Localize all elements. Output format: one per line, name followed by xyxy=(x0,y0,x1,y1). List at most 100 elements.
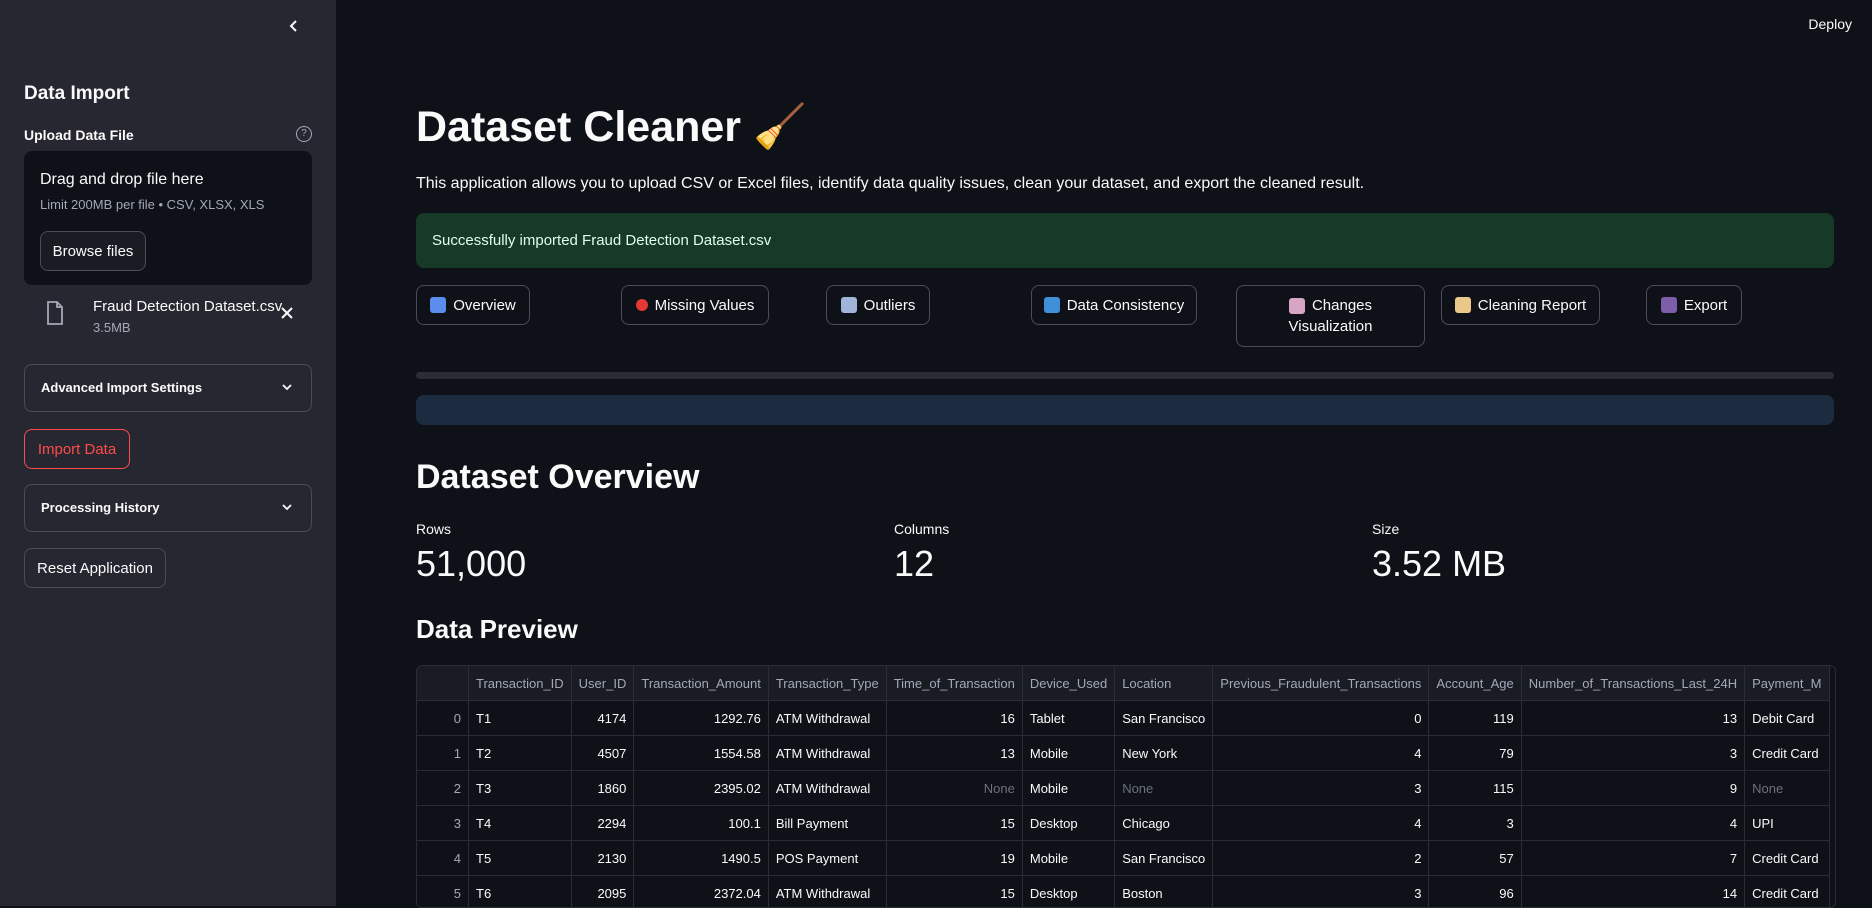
table-cell[interactable]: 4 xyxy=(1521,806,1744,841)
table-cell[interactable]: Credit Card xyxy=(1745,841,1829,876)
table-cell[interactable]: 1292.76 xyxy=(634,701,768,736)
table-cell[interactable]: Desktop xyxy=(1022,876,1114,908)
table-cell[interactable]: 2294 xyxy=(571,806,634,841)
table-cell[interactable]: T6 xyxy=(469,876,572,908)
table-cell[interactable]: UPI xyxy=(1745,806,1829,841)
column-header[interactable]: Location xyxy=(1115,666,1213,701)
table-cell[interactable]: 4507 xyxy=(571,736,634,771)
column-header[interactable]: Transaction_ID xyxy=(469,666,572,701)
table-cell[interactable]: 1860 xyxy=(571,771,634,806)
table-cell[interactable]: 13 xyxy=(1521,701,1744,736)
table-cell[interactable]: 7 xyxy=(1521,841,1744,876)
table-cell[interactable]: 4 xyxy=(1213,736,1429,771)
browse-files-button[interactable]: Browse files xyxy=(40,231,146,271)
table-cell[interactable]: 57 xyxy=(1429,841,1521,876)
table-cell[interactable]: 2130 xyxy=(571,841,634,876)
import-data-button[interactable]: Import Data xyxy=(24,429,130,469)
table-cell[interactable]: San Francisco xyxy=(1115,841,1213,876)
page-title: Dataset Cleaner 🧹 xyxy=(416,102,807,152)
table-cell[interactable]: ATM Withdrawal xyxy=(768,701,886,736)
table-cell[interactable]: New York xyxy=(1115,736,1213,771)
column-header[interactable]: Previous_Fraudulent_Transactions xyxy=(1213,666,1429,701)
table-cell[interactable]: 0 xyxy=(1213,701,1429,736)
column-header[interactable]: Transaction_Type xyxy=(768,666,886,701)
reset-application-button[interactable]: Reset Application xyxy=(24,548,166,588)
column-header[interactable] xyxy=(417,666,469,701)
table-cell[interactable]: Credit Card xyxy=(1745,736,1829,771)
table-cell[interactable]: Mobile xyxy=(1022,771,1114,806)
file-dropzone[interactable]: Drag and drop file here Limit 200MB per … xyxy=(24,151,312,285)
table-cell[interactable]: 16 xyxy=(886,701,1022,736)
table-cell[interactable]: ATM Withdrawal xyxy=(768,736,886,771)
table-cell[interactable]: 19 xyxy=(886,841,1022,876)
tab-data-consistency[interactable]: Data Consistency xyxy=(1031,285,1197,325)
help-icon[interactable]: ? xyxy=(296,126,312,142)
table-cell[interactable]: Bill Payment xyxy=(768,806,886,841)
table-cell[interactable]: None xyxy=(1745,771,1829,806)
table-cell[interactable]: 14 xyxy=(1521,876,1744,908)
table-cell[interactable]: 13 xyxy=(886,736,1022,771)
table-cell[interactable]: 9 xyxy=(1521,771,1744,806)
collapse-sidebar-button[interactable] xyxy=(282,14,306,38)
table-cell[interactable]: 2372.04 xyxy=(634,876,768,908)
table-cell[interactable]: T4 xyxy=(469,806,572,841)
table-cell[interactable]: Chicago xyxy=(1115,806,1213,841)
table-cell[interactable]: San Francisco xyxy=(1115,701,1213,736)
table-cell[interactable]: Mobile xyxy=(1022,736,1114,771)
table-cell[interactable]: 115 xyxy=(1429,771,1521,806)
close-icon[interactable] xyxy=(278,304,296,322)
table-cell[interactable]: 2095 xyxy=(571,876,634,908)
table-cell[interactable]: 3 xyxy=(1521,736,1744,771)
table-cell[interactable]: 3 xyxy=(1213,876,1429,908)
table-cell[interactable]: Tablet xyxy=(1022,701,1114,736)
tab-outliers[interactable]: Outliers xyxy=(826,285,930,325)
table-cell[interactable]: 1490.5 xyxy=(634,841,768,876)
table-cell[interactable]: None xyxy=(886,771,1022,806)
table-cell[interactable]: 4 xyxy=(1213,806,1429,841)
tab-missing-values[interactable]: Missing Values xyxy=(621,285,769,325)
table-cell[interactable]: T1 xyxy=(469,701,572,736)
data-preview-table[interactable]: Transaction_ID User_ID Transaction_Amoun… xyxy=(416,665,1836,908)
advanced-import-settings-expander[interactable]: Advanced Import Settings xyxy=(24,364,312,412)
column-header[interactable]: Transaction_Amount xyxy=(634,666,768,701)
table-cell[interactable]: ATM Withdrawal xyxy=(768,771,886,806)
table-cell[interactable]: Boston xyxy=(1115,876,1213,908)
table-cell[interactable]: 1554.58 xyxy=(634,736,768,771)
table-cell[interactable]: 100.1 xyxy=(634,806,768,841)
row-index: 4 xyxy=(417,841,469,876)
table-cell[interactable]: T2 xyxy=(469,736,572,771)
tab-export[interactable]: Export xyxy=(1646,285,1742,325)
column-header[interactable]: Number_of_Transactions_Last_24H xyxy=(1521,666,1744,701)
table-row: 4 T5 2130 1490.5 POS Payment 19 Mobile S… xyxy=(417,841,1829,876)
column-header[interactable]: Account_Age xyxy=(1429,666,1521,701)
table-cell[interactable]: POS Payment xyxy=(768,841,886,876)
table-cell[interactable]: 79 xyxy=(1429,736,1521,771)
column-header[interactable]: Device_Used xyxy=(1022,666,1114,701)
table-cell[interactable]: T3 xyxy=(469,771,572,806)
tab-changes-visualization[interactable]: Changes Visualization xyxy=(1236,285,1425,347)
column-header[interactable]: User_ID xyxy=(571,666,634,701)
table-cell[interactable]: Credit Card xyxy=(1745,876,1829,908)
table-cell[interactable]: 15 xyxy=(886,806,1022,841)
table-cell[interactable]: 4174 xyxy=(571,701,634,736)
table-cell[interactable]: 3 xyxy=(1213,771,1429,806)
tab-overview[interactable]: Overview xyxy=(416,285,530,325)
metric-columns-label: Columns xyxy=(894,521,949,537)
table-cell[interactable]: 3 xyxy=(1429,806,1521,841)
row-index: 2 xyxy=(417,771,469,806)
table-cell[interactable]: 2 xyxy=(1213,841,1429,876)
table-cell[interactable]: Mobile xyxy=(1022,841,1114,876)
table-cell[interactable]: T5 xyxy=(469,841,572,876)
column-header[interactable]: Time_of_Transaction xyxy=(886,666,1022,701)
column-header[interactable]: Payment_M xyxy=(1745,666,1829,701)
table-cell[interactable]: 2395.02 xyxy=(634,771,768,806)
processing-history-expander[interactable]: Processing History xyxy=(24,484,312,532)
table-cell[interactable]: 15 xyxy=(886,876,1022,908)
table-cell[interactable]: Debit Card xyxy=(1745,701,1829,736)
table-cell[interactable]: None xyxy=(1115,771,1213,806)
table-cell[interactable]: ATM Withdrawal xyxy=(768,876,886,908)
tab-cleaning-report[interactable]: Cleaning Report xyxy=(1441,285,1600,325)
table-cell[interactable]: 119 xyxy=(1429,701,1521,736)
table-cell[interactable]: 96 xyxy=(1429,876,1521,908)
table-cell[interactable]: Desktop xyxy=(1022,806,1114,841)
